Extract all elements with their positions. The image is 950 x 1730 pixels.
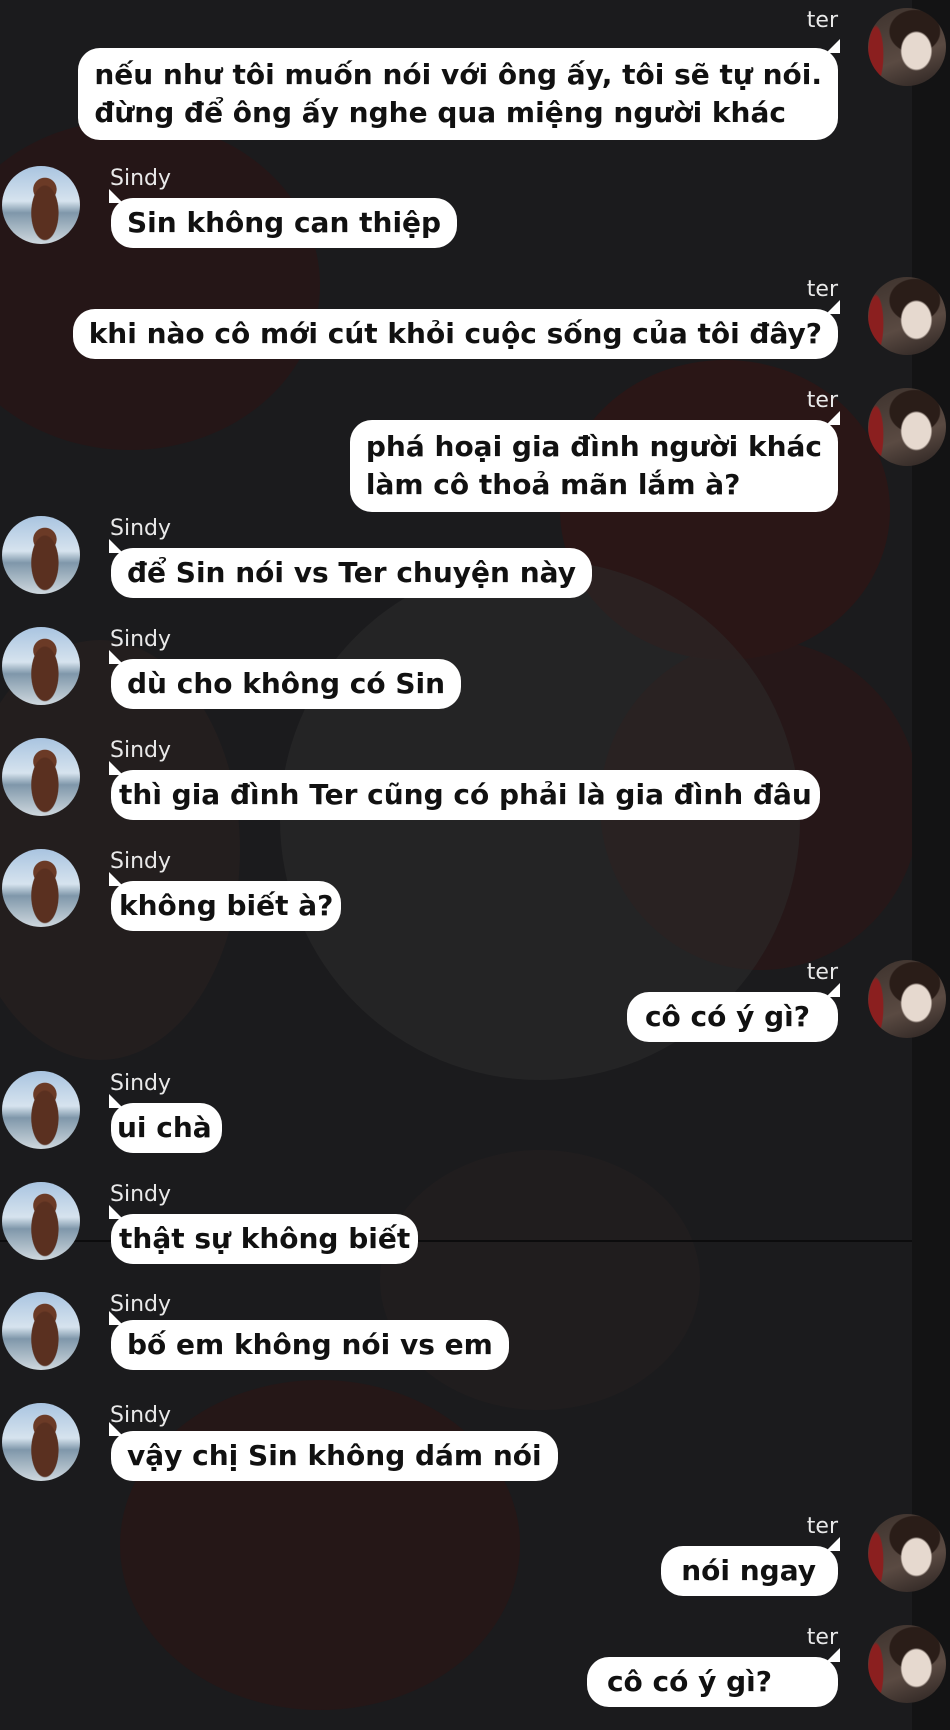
message-text: phá hoại gia đình người khác [365,430,822,463]
message-text: đừng để ông ấy nghe qua miệng người khác [94,96,786,129]
message-bubble[interactable]: thật sự không biết [108,1205,419,1264]
avatar[interactable] [868,1625,946,1703]
message-text: nếu như tôi muốn nói với ông ấy, tôi sẽ … [94,58,822,91]
message-text: thì gia đình Ter cũng có phải là gia đìn… [119,778,812,811]
message-bubble[interactable]: ui chà [109,1094,222,1153]
message-bubble[interactable]: cô có ý gì? [586,1648,841,1707]
message-bubble[interactable]: cô có ý gì? [626,983,841,1042]
message-text: cô có ý gì? [606,1665,772,1698]
message-bubble[interactable]: phá hoại gia đình người khác làm cô thoả… [349,411,841,512]
avatar[interactable] [868,960,946,1038]
avatar[interactable] [868,277,946,355]
message-text: vậy chị Sin không dám nói [127,1439,542,1472]
message-bubble[interactable]: dù cho không có Sin [108,650,462,709]
avatar[interactable] [868,1514,946,1592]
message-text: dù cho không có Sin [127,667,446,700]
message-bubble[interactable]: nói ngay [661,1537,840,1596]
avatar[interactable] [2,1182,80,1260]
message-text: khi nào cô mới cút khỏi cuộc sống của tô… [88,317,822,350]
message-bubble[interactable]: Sin không can thiệp [108,189,458,248]
sender-name: ter [806,8,838,33]
avatar[interactable] [2,1071,80,1149]
avatar[interactable] [868,388,946,466]
message-text: nói ngay [681,1554,816,1587]
avatar[interactable] [2,1403,80,1481]
avatar[interactable] [2,627,80,705]
message-bubble[interactable]: bố em không nói vs em [109,1311,509,1370]
message-bubble[interactable]: vậy chị Sin không dám nói [109,1422,558,1481]
message-bubble[interactable]: thì gia đình Ter cũng có phải là gia đìn… [109,761,820,820]
message-text: làm cô thoả mãn lắm à? [365,468,741,501]
avatar[interactable] [2,166,80,244]
avatar[interactable] [2,849,80,927]
message-bubble[interactable]: không biết à? [108,872,342,931]
message-bubble[interactable]: khi nào cô mới cút khỏi cuộc sống của tô… [72,300,841,359]
avatar[interactable] [2,1292,80,1370]
message-text: để Sin nói vs Ter chuyện này [127,556,576,589]
avatar[interactable] [868,8,946,86]
message-text: bố em không nói vs em [127,1328,493,1361]
message-text: Sin không can thiệp [127,206,442,239]
avatar[interactable] [2,738,80,816]
message-text: ui chà [117,1111,212,1144]
message-text: thật sự không biết [119,1222,411,1255]
message-text: cô có ý gì? [644,1000,810,1033]
message-text: không biết à? [119,889,334,922]
avatar[interactable] [2,516,80,594]
chat-thread[interactable]: ter nếu như tôi muốn nói với ông ấy, tôi… [0,0,950,1730]
message-bubble[interactable]: để Sin nói vs Ter chuyện này [109,539,592,598]
message-bubble[interactable]: nếu như tôi muốn nói với ông ấy, tôi sẽ … [78,39,840,140]
